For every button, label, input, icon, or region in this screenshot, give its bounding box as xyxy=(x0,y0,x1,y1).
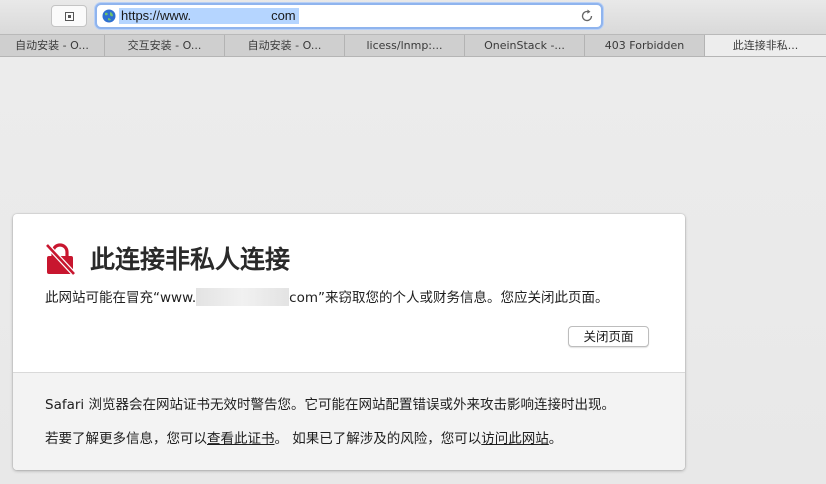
tab-403-forbidden[interactable]: 403 Forbidden xyxy=(585,35,705,56)
warning-card: 此连接非私人连接 此网站可能在冒充“www. com”来窃取您的个人或财务信息。您… xyxy=(13,214,685,470)
details-line-1: Safari 浏览器会在网站证书无效时警告您。它可能在网站配置错误或外来攻击影响… xyxy=(45,397,615,413)
tab-auto-install-1[interactable]: 自动安装 - O... xyxy=(0,35,105,56)
globe-icon xyxy=(102,9,116,23)
warning-message-prefix: 此网站可能在冒充“www. xyxy=(45,290,197,306)
not-private-lock-icon xyxy=(45,243,76,276)
view-certificate-link[interactable]: 查看此证书 xyxy=(207,431,275,447)
page-title: 此连接非私人连接 xyxy=(90,245,291,274)
reload-icon[interactable] xyxy=(579,8,595,24)
browser-toolbar: https://www. com xyxy=(0,0,826,34)
page-content: 此连接非私人连接 此网站可能在冒充“www. com”来窃取您的个人或财务信息。您… xyxy=(0,57,826,484)
warning-details: Safari 浏览器会在网站证书无效时警告您。它可能在网站配置错误或外来攻击影响… xyxy=(13,372,685,470)
details-line-2-part-2: 。 如果已了解涉及的风险，您可以 xyxy=(274,431,482,447)
warning-message-suffix: com”来窃取您的个人或财务信息。您应关闭此页面。 xyxy=(289,290,609,306)
tab-oneinstack[interactable]: OneinStack -... xyxy=(465,35,585,56)
details-line-2-part-3: 。 xyxy=(548,431,563,447)
tab-licess-lnmp[interactable]: licess/lnmp:... xyxy=(345,35,465,56)
address-bar[interactable]: https://www. com xyxy=(95,3,603,29)
tab-auto-install-2[interactable]: 自动安装 - O... xyxy=(225,35,345,56)
url-text: https://www. com xyxy=(120,8,297,24)
sidebar-toggle-button[interactable] xyxy=(51,5,87,27)
url-prefix: https://www. xyxy=(121,8,192,23)
redacted-domain xyxy=(191,8,271,22)
sidebar-icon xyxy=(65,12,74,21)
url-suffix: com xyxy=(271,8,296,23)
visit-website-link[interactable]: 访问此网站 xyxy=(481,431,549,447)
close-page-button[interactable]: 关闭页面 xyxy=(568,326,649,347)
tab-interactive-install[interactable]: 交互安装 - O... xyxy=(105,35,225,56)
tab-bar: 自动安装 - O... 交互安装 - O... 自动安装 - O... lice… xyxy=(0,34,826,57)
details-line-2-part-1: 若要了解更多信息，您可以 xyxy=(45,431,207,447)
details-line-2: 若要了解更多信息，您可以查看此证书。 如果已了解涉及的风险，您可以访问此网站。 xyxy=(45,429,562,449)
warning-message: 此网站可能在冒充“www. com”来窃取您的个人或财务信息。您应关闭此页面。 xyxy=(45,288,609,308)
tab-not-private-active[interactable]: 此连接非私... xyxy=(705,35,826,56)
redacted-domain-message xyxy=(196,288,290,306)
